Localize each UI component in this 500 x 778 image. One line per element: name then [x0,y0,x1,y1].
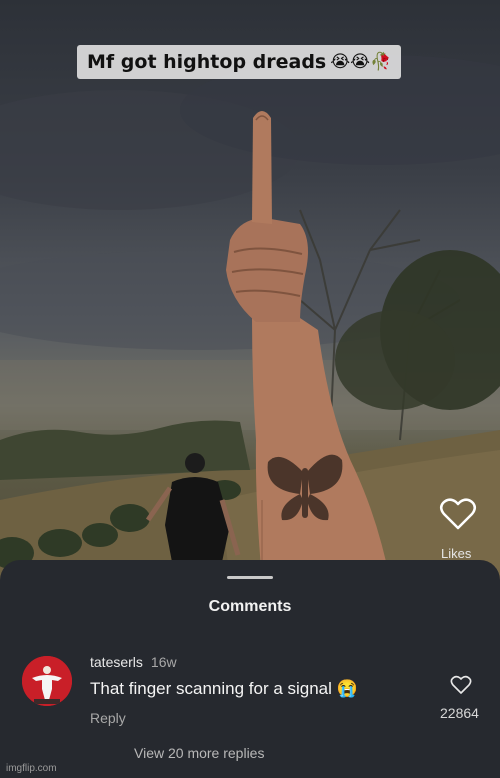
caption-text: Mf got hightop dreads [87,51,327,73]
username[interactable]: tateserls [90,654,143,670]
comment-age: 16w [150,654,177,670]
comment-like-heart-icon[interactable] [450,675,472,695]
watermark: imgflip.com [6,763,57,774]
reply-button[interactable]: Reply [90,710,126,726]
caption-emojis: 😭😭🥀 [330,52,392,72]
comment-text: That finger scanning for a signal 😭 [90,679,358,698]
video-caption: Mf got hightop dreads 😭😭🥀 [77,45,402,79]
video-scene [0,55,500,580]
avatar[interactable] [22,656,72,706]
view-more-replies-link[interactable]: View 20 more replies [134,745,264,761]
sheet-drag-handle[interactable] [227,576,273,579]
likes-label[interactable]: Likes [441,546,471,561]
comments-title: Comments [208,598,292,615]
like-heart-icon[interactable] [439,497,477,531]
video-frame[interactable]: Mf got hightop dreads 😭😭🥀 Likes [0,0,500,580]
comment-author[interactable]: tateserls 16w [90,654,177,670]
comments-sheet: Comments tateserls 16w That finger scanni… [0,560,500,778]
comment-like-count: 22864 [440,705,479,721]
